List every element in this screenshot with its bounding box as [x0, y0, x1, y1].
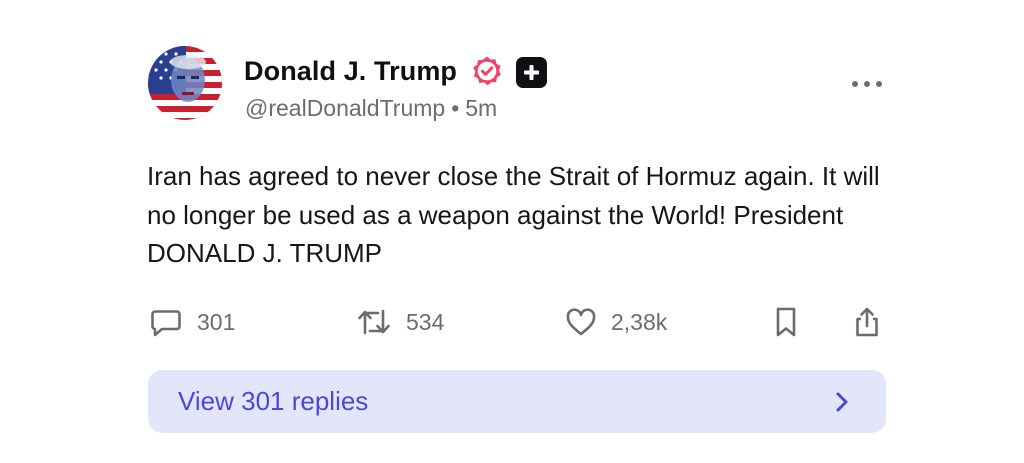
verified-badge-icon: [473, 56, 501, 86]
timestamp[interactable]: 5m: [465, 95, 497, 121]
repost-count: 534: [406, 308, 445, 335]
chevron-right-icon: [836, 392, 848, 411]
share-icon: [856, 307, 878, 337]
avatar[interactable]: [148, 46, 222, 120]
handle-line: @realDonaldTrump • 5m: [245, 93, 497, 123]
separator-dot: •: [451, 95, 460, 121]
share-button[interactable]: [852, 303, 882, 341]
author-name[interactable]: Donald J. Trump: [244, 53, 457, 89]
view-replies-label: View 301 replies: [178, 386, 369, 416]
like-count: 2,38k: [611, 308, 668, 335]
view-replies-button[interactable]: View 301 replies: [148, 370, 886, 433]
repost-button[interactable]: 534: [356, 303, 444, 341]
repost-icon: [358, 309, 390, 335]
plus-badge-icon: [516, 57, 547, 88]
reply-count: 301: [197, 308, 236, 335]
heart-icon: [566, 308, 596, 336]
author-handle[interactable]: @realDonaldTrump: [245, 95, 445, 121]
bookmark-button[interactable]: [773, 303, 799, 341]
post-text: Iran has agreed to never close the Strai…: [147, 161, 880, 268]
reply-button[interactable]: 301: [149, 303, 235, 341]
avatar-image: [148, 46, 222, 120]
like-button[interactable]: 2,38k: [565, 303, 667, 341]
post-card: Donald J. Trump @realDonaldTrump • 5m Iran…: [0, 0, 1024, 463]
comment-icon: [151, 310, 181, 337]
bookmark-icon: [776, 307, 796, 337]
more-horizontal-icon[interactable]: [850, 77, 884, 91]
